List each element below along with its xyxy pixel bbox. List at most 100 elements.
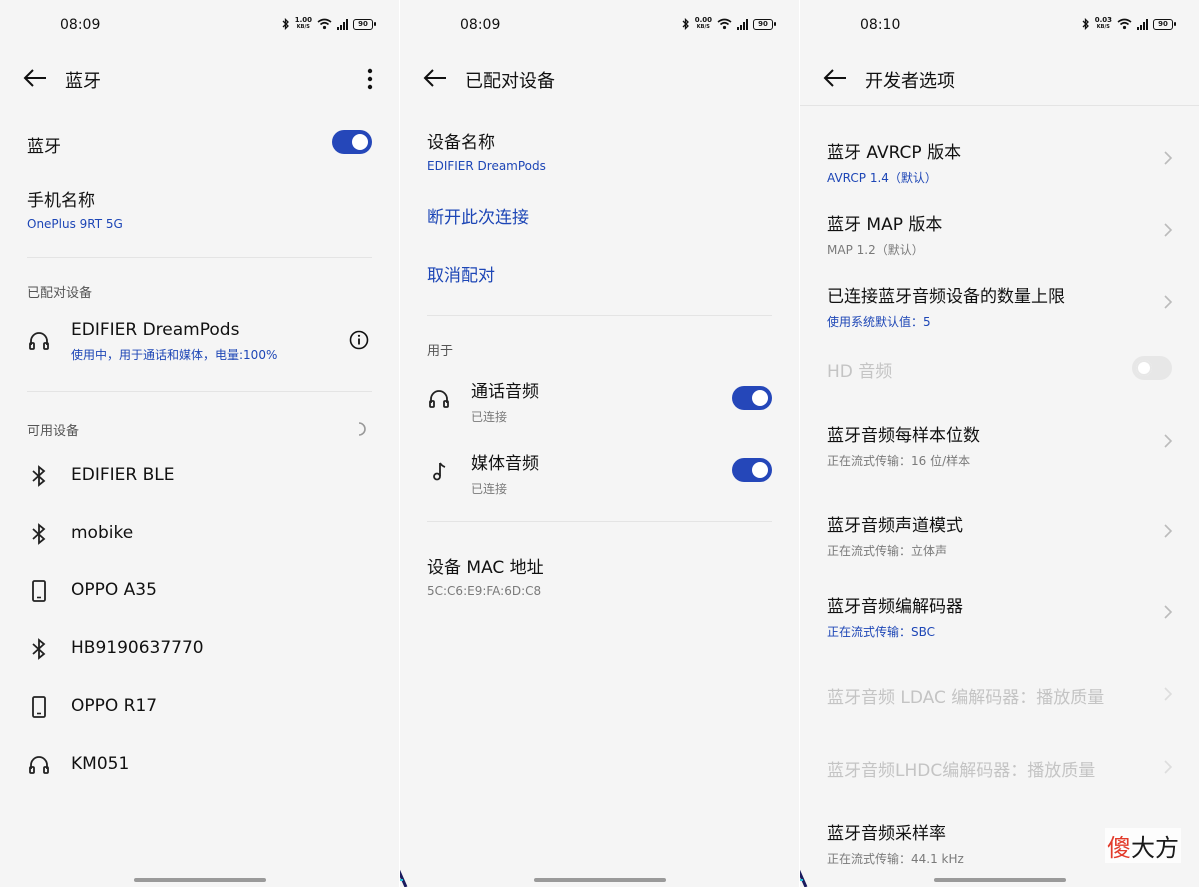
paired-device-screen: 08:09 0.00 KB/S 90 已配对设备 设备名称 EDIFIER Dre… — [400, 0, 799, 887]
music-note-icon — [433, 462, 446, 481]
option-title: 已连接蓝牙音频设备的数量上限 — [827, 287, 1065, 307]
developer-options-screen: 08:10 0.03 KB/S 90 开发者选项 蓝牙 AVRCP 版本 AVRC… — [800, 0, 1199, 887]
back-arrow-icon[interactable] — [22, 66, 48, 90]
option-title: 蓝牙音频 LDAC 编解码器：播放质量 — [827, 688, 1105, 708]
dev-option-codec[interactable]: 蓝牙音频编解码器 正在流式传输：SBC — [800, 592, 1199, 640]
status-time: 08:09 — [60, 17, 101, 33]
profile-status: 已连接 — [471, 410, 508, 424]
disconnect-button[interactable]: 断开此次连接 — [427, 203, 529, 228]
site-watermark: 傻大方 — [1105, 828, 1181, 863]
status-bar: 08:09 0.00 KB/S 90 — [400, 0, 799, 52]
option-value: 正在流式传输：16 位/样本 — [827, 454, 971, 468]
chevron-right-icon — [1164, 605, 1173, 619]
chevron-right-icon — [1164, 524, 1173, 538]
available-device-row[interactable]: OPPO R17 — [0, 694, 399, 720]
available-device-row[interactable]: EDIFIER BLE — [0, 463, 399, 489]
page-title: 蓝牙 — [65, 71, 101, 92]
dev-option-lhdc[interactable]: 蓝牙音频LHDC编解码器：播放质量 — [800, 756, 1199, 782]
home-indicator[interactable] — [534, 878, 666, 882]
home-indicator[interactable] — [934, 878, 1066, 882]
available-device-row[interactable]: HB9190637770 — [0, 636, 399, 662]
home-indicator[interactable] — [134, 878, 266, 882]
available-device-name: OPPO A35 — [71, 580, 157, 600]
mac-label: 设备 MAC 地址 — [427, 558, 544, 578]
available-section-label: 可用设备 — [27, 424, 80, 439]
chevron-right-icon — [1164, 687, 1173, 701]
page-title: 已配对设备 — [465, 71, 555, 92]
dev-option-ldac[interactable]: 蓝牙音频 LDAC 编解码器：播放质量 — [800, 683, 1199, 709]
back-arrow-icon[interactable] — [822, 66, 848, 90]
profile-name: 通话音频 — [471, 382, 539, 402]
available-device-row[interactable]: mobike — [0, 521, 399, 547]
available-device-name: HB9190637770 — [71, 638, 204, 658]
divider — [27, 257, 372, 258]
headphones-icon — [29, 332, 49, 350]
divider — [427, 315, 772, 316]
phone-name-value: OnePlus 9RT 5G — [27, 217, 123, 231]
network-speed: 0.00 KB/S — [694, 16, 712, 31]
hd-audio-toggle[interactable] — [1132, 356, 1172, 380]
status-bar: 08:09 1.00 KB/S 90 — [0, 0, 399, 52]
dev-option-bits-per-sample[interactable]: 蓝牙音频每样本位数 正在流式传输：16 位/样本 — [800, 421, 1199, 469]
profile-row[interactable]: 通话音频 已连接 — [400, 377, 799, 424]
profile-name: 媒体音频 — [471, 454, 539, 474]
call-audio-toggle[interactable] — [732, 386, 772, 410]
battery-icon: 90 — [353, 18, 376, 30]
dev-option-avrcp[interactable]: 蓝牙 AVRCP 版本 AVRCP 1.4（默认） — [800, 138, 1199, 186]
option-title: 蓝牙音频采样率 — [827, 824, 946, 844]
signal-icon — [1137, 18, 1148, 30]
dev-option-hd-audio[interactable]: HD 音频 — [800, 356, 1199, 383]
profile-row[interactable]: 媒体音频 已连接 — [400, 449, 799, 496]
dev-option-map[interactable]: 蓝牙 MAP 版本 MAP 1.2（默认） — [800, 210, 1199, 258]
app-bar: 蓝牙 — [0, 60, 399, 96]
headphones-icon — [29, 756, 49, 774]
loading-spinner-icon — [358, 422, 366, 436]
bluetooth-icon — [32, 523, 46, 545]
logo-a-icon — [400, 869, 408, 887]
option-title: HD 音频 — [827, 362, 893, 382]
wifi-icon — [1117, 18, 1132, 30]
signal-icon — [737, 18, 748, 30]
available-device-name: KM051 — [71, 754, 130, 774]
headphones-icon — [429, 390, 449, 408]
unpair-button[interactable]: 取消配对 — [427, 261, 495, 286]
available-device-name: mobike — [71, 523, 134, 543]
dev-option-channel-mode[interactable]: 蓝牙音频声道模式 正在流式传输：立体声 — [800, 511, 1199, 559]
option-title: 蓝牙 AVRCP 版本 — [827, 143, 962, 163]
option-value: 正在流式传输：44.1 kHz — [827, 852, 964, 866]
info-icon[interactable] — [349, 330, 369, 350]
option-value: 正在流式传输：立体声 — [827, 544, 948, 558]
paired-device-status: 使用中，用于通话和媒体，电量:100% — [71, 348, 278, 362]
wifi-icon — [317, 18, 332, 30]
chevron-right-icon — [1164, 295, 1173, 309]
available-device-name: EDIFIER BLE — [71, 465, 175, 485]
bluetooth-toggle[interactable] — [332, 130, 372, 154]
wifi-icon — [717, 18, 732, 30]
network-speed: 1.00 KB/S — [294, 16, 312, 31]
device-name-label: 设备名称 — [427, 133, 495, 153]
divider — [27, 391, 372, 392]
available-device-row[interactable]: KM051 — [0, 752, 399, 778]
page-title: 开发者选项 — [865, 71, 955, 92]
status-time: 08:09 — [460, 17, 501, 33]
back-arrow-icon[interactable] — [422, 66, 448, 90]
bluetooth-status-icon — [282, 18, 289, 30]
media-audio-toggle[interactable] — [732, 458, 772, 482]
bluetooth-toggle-row[interactable]: 蓝牙 — [0, 130, 399, 160]
battery-icon: 90 — [1153, 18, 1176, 30]
more-options-icon[interactable] — [367, 68, 373, 90]
available-device-row[interactable]: OPPO A35 — [0, 578, 399, 604]
signal-icon — [337, 18, 348, 30]
option-value: AVRCP 1.4（默认） — [827, 171, 937, 185]
bluetooth-icon — [32, 465, 46, 487]
available-device-name: OPPO R17 — [71, 696, 158, 716]
network-speed: 0.03 KB/S — [1094, 16, 1112, 31]
option-value: 正在流式传输：SBC — [827, 625, 936, 639]
bluetooth-icon — [32, 638, 46, 660]
paired-device-row[interactable]: EDIFIER DreamPods 使用中，用于通话和媒体，电量:100% — [0, 320, 399, 370]
option-title: 蓝牙 MAP 版本 — [827, 215, 943, 235]
option-title: 蓝牙音频LHDC编解码器：播放质量 — [827, 761, 1096, 781]
dev-option-max-devices[interactable]: 已连接蓝牙音频设备的数量上限 使用系统默认值：5 — [800, 282, 1199, 330]
status-icons: 0.03 KB/S 90 — [1082, 16, 1176, 31]
device-name-value: EDIFIER DreamPods — [427, 159, 546, 173]
